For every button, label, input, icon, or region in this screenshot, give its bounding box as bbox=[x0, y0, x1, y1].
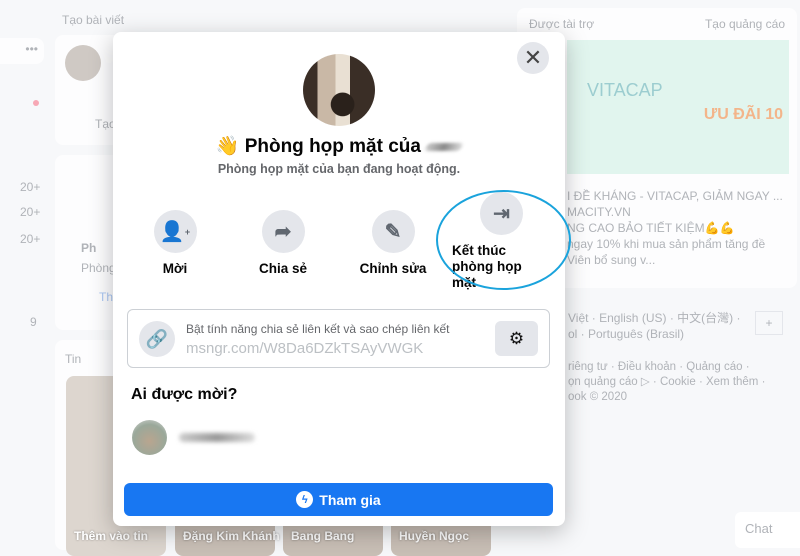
share-label: Chia sẻ bbox=[258, 261, 308, 276]
sponsored-label: Được tài trợ bbox=[529, 17, 595, 31]
footer-links[interactable]: ọn quảng cáo ▷ · Cookie · Xem thêm · bbox=[568, 375, 765, 390]
share-link-box: 🔗 Bật tính năng chia sẻ liên kết và sao … bbox=[127, 309, 550, 368]
ad-domain: MACITY.VN bbox=[567, 205, 631, 219]
join-button[interactable]: ϟ Tham gia bbox=[124, 483, 553, 516]
pencil-icon: ✎ bbox=[371, 210, 415, 253]
stories-title: Tin bbox=[65, 352, 82, 366]
ad-image[interactable]: VITACAP ƯU ĐÃI 10 bbox=[567, 40, 789, 174]
invitee-avatar[interactable] bbox=[132, 420, 167, 455]
menu-card: ••• bbox=[0, 38, 44, 64]
link-settings-button[interactable]: ⚙ bbox=[495, 321, 538, 356]
share-button[interactable]: ➦ Chia sẻ bbox=[233, 210, 333, 276]
languages[interactable]: Việt · English (US) · 中文(台灣) · bbox=[568, 310, 740, 326]
invited-heading: Ai được mời? bbox=[131, 386, 238, 403]
copyright: ook © 2020 bbox=[568, 391, 627, 403]
dialog-subtitle: Phòng họp mặt của bạn đang hoạt động. bbox=[217, 162, 461, 176]
count: 20+ bbox=[20, 232, 41, 246]
notification-dot bbox=[33, 100, 39, 106]
footer-links[interactable]: riêng tư · Điều khoản · Quảng cáo · bbox=[568, 360, 765, 375]
dialog-title: 👋 Phòng họp mặt của bbox=[113, 134, 565, 158]
invitee-name-blurred bbox=[179, 433, 255, 442]
edit-label: Chỉnh sửa bbox=[359, 261, 427, 276]
share-icon: ➦ bbox=[261, 210, 305, 253]
ad-brand: VITACAP bbox=[587, 80, 663, 100]
join-short[interactable]: Th bbox=[99, 290, 113, 304]
avatar bbox=[65, 45, 101, 81]
link-icon: 🔗 bbox=[139, 321, 175, 357]
add-person-icon: 👤 + bbox=[153, 210, 197, 253]
highlight-ring bbox=[436, 190, 571, 290]
messenger-icon: ϟ bbox=[296, 491, 314, 508]
host-avatar bbox=[303, 54, 375, 126]
link-url[interactable]: msngr.com/W8Da6DZkTSAyVWGK bbox=[186, 340, 423, 357]
close-icon: ✕ bbox=[523, 45, 543, 70]
chat-label: Chat bbox=[745, 521, 773, 536]
ad-text: Viên bổ sung v... bbox=[567, 253, 656, 267]
invite-label: Mời bbox=[162, 261, 188, 276]
count: 20+ bbox=[20, 180, 41, 194]
story-name: Thêm vào tin bbox=[74, 529, 149, 543]
create-ad-link[interactable]: Tạo quảng cáo bbox=[705, 17, 785, 31]
room-dialog: ✕ 👋 Phòng họp mặt của Phòng họp mặt của … bbox=[113, 32, 571, 526]
count: 9 bbox=[30, 315, 37, 329]
title-text: Phòng họp mặt của bbox=[244, 136, 421, 157]
join-label: Tham gia bbox=[319, 491, 381, 508]
story-name: Đặng Kim Khánh bbox=[183, 529, 280, 543]
ad-text: NG CAO BẢO TIẾT KIỆM💪💪 bbox=[567, 221, 735, 235]
rooms-title: Ph bbox=[81, 241, 97, 255]
ad-text: ngay 10% khi mua sản phẩm tăng đề bbox=[567, 237, 766, 251]
languages[interactable]: ol · Português (Brasil) bbox=[568, 326, 740, 342]
count: 20+ bbox=[20, 205, 41, 219]
invite-button[interactable]: 👤 + Mời bbox=[125, 210, 225, 276]
blurred-name bbox=[424, 142, 464, 151]
story-name: Huyền Ngọc bbox=[399, 529, 470, 543]
ad-headline[interactable]: I ĐỀ KHÁNG - VITACAP, GIẢM NGAY ... bbox=[567, 188, 783, 204]
wave-icon: 👋 bbox=[215, 136, 240, 157]
link-hint: Bật tính năng chia sẻ liên kết và sao ch… bbox=[186, 322, 450, 336]
rooms-sub: Phòng bbox=[81, 261, 116, 275]
ad-promo: ƯU ĐÃI 10 bbox=[703, 106, 783, 123]
edit-button[interactable]: ✎ Chỉnh sửa bbox=[343, 210, 443, 276]
add-language-button[interactable]: + bbox=[755, 311, 783, 335]
story-name: Bang Bang bbox=[291, 529, 355, 543]
close-button[interactable]: ✕ bbox=[517, 42, 549, 74]
gear-icon: ⚙ bbox=[508, 328, 525, 348]
more-icon[interactable]: ••• bbox=[25, 42, 38, 56]
chat-button[interactable]: Chat bbox=[735, 512, 800, 548]
create-post-label: Tạo bài viết bbox=[62, 13, 125, 27]
